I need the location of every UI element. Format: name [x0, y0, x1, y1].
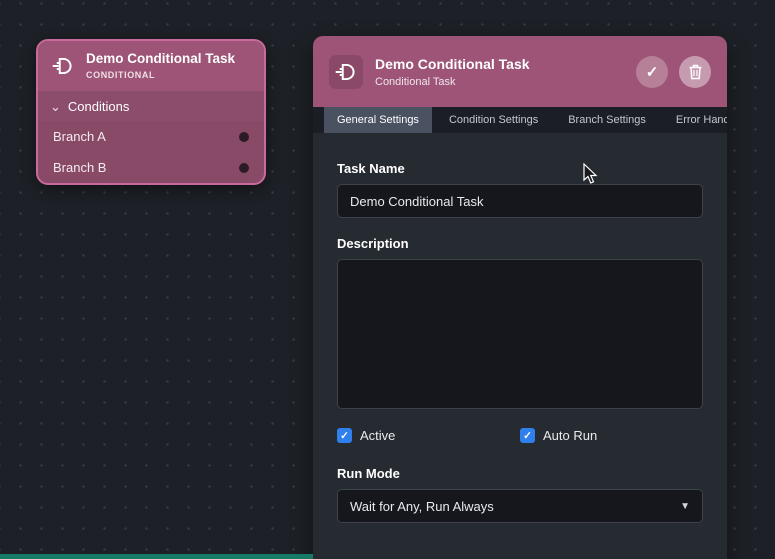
delete-button[interactable] [679, 56, 711, 88]
node-type-label: CONDITIONAL [86, 70, 235, 80]
run-mode-label: Run Mode [337, 466, 703, 481]
node-conditions-toggle[interactable]: ⌄ Conditions [38, 91, 264, 121]
tab-condition-settings[interactable]: Condition Settings [436, 107, 551, 133]
node-branch-b[interactable]: Branch B [38, 152, 264, 183]
conditional-gate-icon [50, 53, 76, 79]
auto-run-label: Auto Run [543, 428, 597, 443]
run-mode-value: Wait for Any, Run Always [350, 499, 494, 514]
auto-run-checkbox-field[interactable]: ✓ Auto Run [520, 428, 703, 443]
run-mode-select[interactable]: Wait for Any, Run Always ▼ [337, 489, 703, 523]
conditional-task-node[interactable]: Demo Conditional Task CONDITIONAL ⌄ Cond… [36, 39, 266, 185]
settings-tabbar: General Settings Condition Settings Bran… [313, 107, 727, 133]
background-window-edge [0, 554, 313, 559]
checkbox-row: ✓ Active ✓ Auto Run [337, 428, 703, 443]
branch-label: Branch B [53, 160, 106, 175]
dropdown-arrow-icon: ▼ [680, 501, 690, 512]
task-name-label: Task Name [337, 161, 703, 176]
branch-a-output-port[interactable] [239, 132, 249, 142]
branch-b-output-port[interactable] [239, 163, 249, 173]
task-name-input[interactable] [337, 184, 703, 218]
tab-general-settings[interactable]: General Settings [324, 107, 432, 133]
active-label: Active [360, 428, 395, 443]
general-settings-form: Task Name Description ✓ Active ✓ Auto Ru… [313, 133, 727, 547]
auto-run-checkbox[interactable]: ✓ [520, 428, 535, 443]
conditional-gate-icon [329, 55, 363, 89]
workflow-editor-canvas: Demo Conditional Task CONDITIONAL ⌄ Cond… [0, 0, 775, 559]
active-checkbox-field[interactable]: ✓ Active [337, 428, 520, 443]
node-branch-a[interactable]: Branch A [38, 121, 264, 152]
panel-title: Demo Conditional Task [375, 56, 530, 72]
confirm-button[interactable]: ✓ [636, 56, 668, 88]
tab-error-handling[interactable]: Error Handling [663, 107, 727, 133]
conditions-label: Conditions [68, 99, 129, 114]
description-label: Description [337, 236, 703, 251]
branch-label: Branch A [53, 129, 106, 144]
trash-icon [688, 64, 703, 80]
node-header[interactable]: Demo Conditional Task CONDITIONAL [38, 41, 264, 91]
tab-branch-settings[interactable]: Branch Settings [555, 107, 659, 133]
panel-subtitle: Conditional Task [375, 76, 530, 88]
description-textarea[interactable] [337, 259, 703, 409]
check-icon: ✓ [646, 63, 659, 81]
active-checkbox[interactable]: ✓ [337, 428, 352, 443]
panel-header: Demo Conditional Task Conditional Task ✓ [313, 36, 727, 107]
node-title: Demo Conditional Task [86, 51, 235, 66]
chevron-down-icon: ⌄ [50, 102, 61, 112]
task-settings-panel: Demo Conditional Task Conditional Task ✓ [313, 36, 727, 559]
